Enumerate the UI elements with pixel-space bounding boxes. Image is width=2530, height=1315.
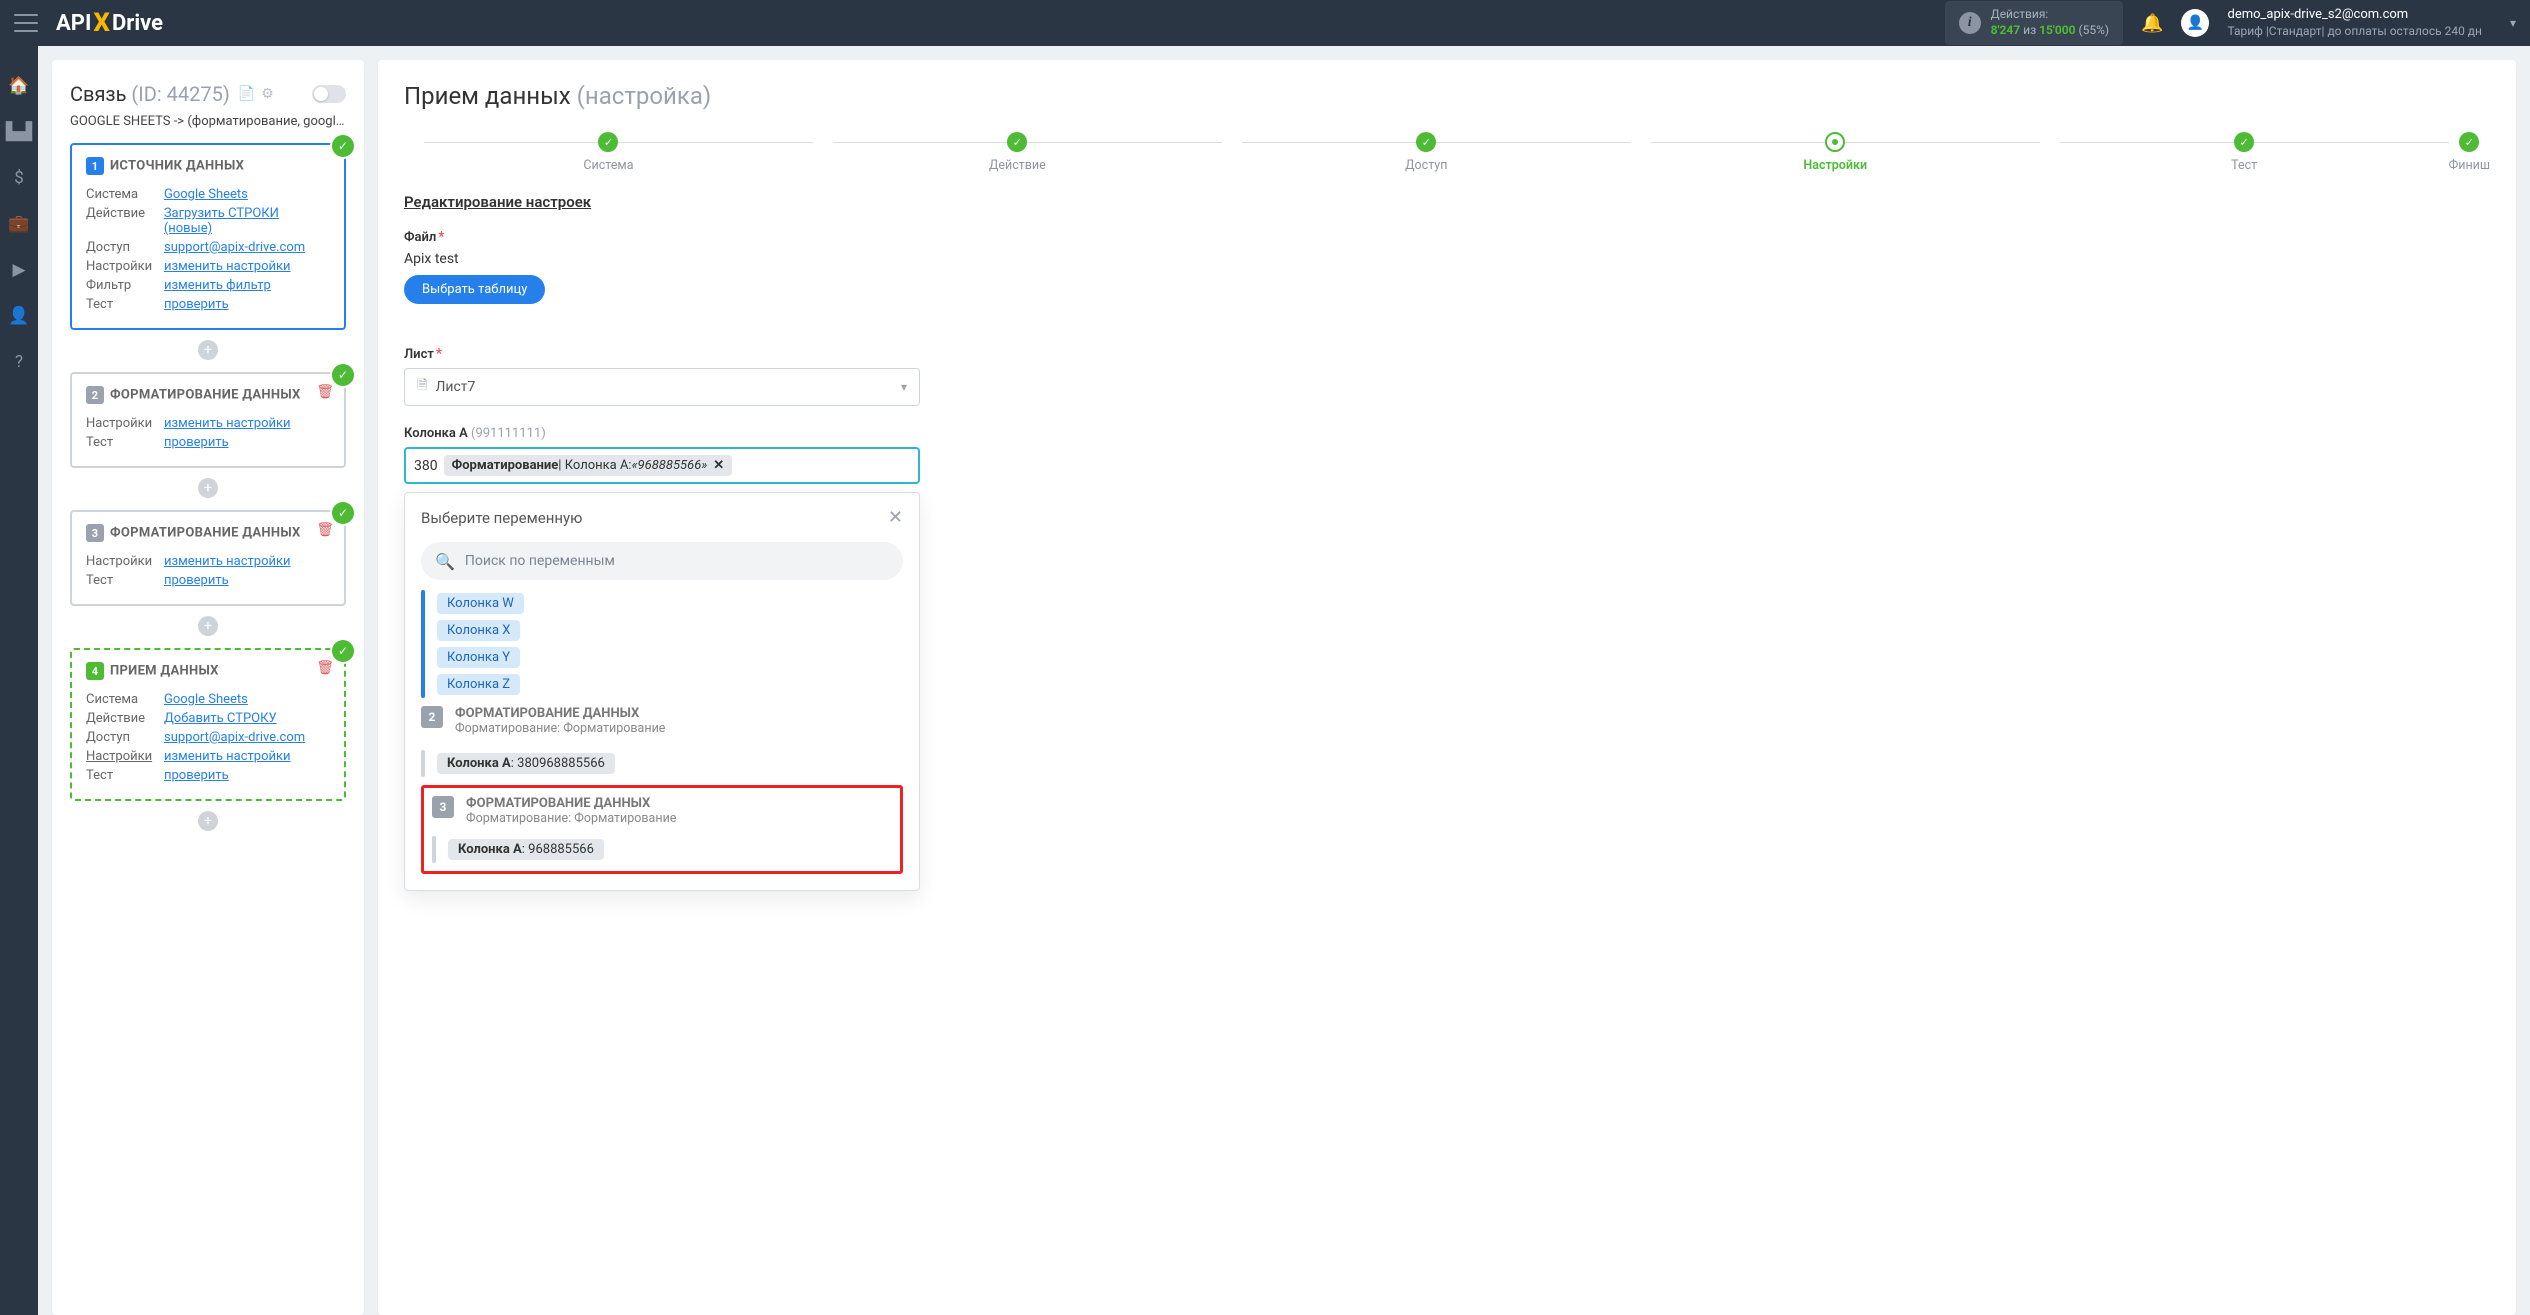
file-label: Файл: [404, 230, 436, 245]
check-icon: ✓: [332, 502, 354, 524]
avatar[interactable]: 👤: [2181, 9, 2209, 37]
chip[interactable]: Форматирование | Колонка A: «968885566»✕: [444, 455, 733, 476]
link[interactable]: Google Sheets: [164, 692, 248, 707]
nav-rail: 🏠 ▙▟ $ 💼 ▶ 👤 ?: [0, 46, 38, 1315]
add-button[interactable]: +: [198, 478, 218, 498]
check-icon: ✓: [332, 640, 354, 662]
youtube-icon[interactable]: ▶: [12, 260, 25, 280]
link[interactable]: Google Sheets: [164, 187, 248, 202]
sheet-label: Лист: [404, 347, 434, 362]
gear-icon[interactable]: ⚙: [261, 86, 274, 102]
toggle-switch[interactable]: [312, 85, 346, 103]
trash-icon[interactable]: 🗑: [316, 384, 334, 400]
choose-table-button[interactable]: Выбрать таблицу: [404, 275, 545, 304]
add-button[interactable]: +: [198, 811, 218, 831]
user-plan: Тариф |Стандарт| до оплаты осталось 240 …: [2227, 24, 2481, 40]
panel-subtitle: GOOGLE SHEETS -> (форматирование, google…: [70, 114, 346, 129]
briefcase-icon[interactable]: 💼: [8, 214, 29, 234]
bell-icon[interactable]: 🔔: [2141, 13, 2163, 34]
add-button[interactable]: +: [198, 340, 218, 360]
section-title: Редактирование настроек: [404, 193, 2490, 211]
actions-label: Действия:: [1991, 7, 2109, 23]
user-email: demo_apix-drive_s2@com.com: [2227, 7, 2481, 24]
link[interactable]: support@apix-drive.com: [164, 730, 305, 745]
link[interactable]: проверить: [164, 573, 229, 588]
chevron-down-icon: ▾: [901, 380, 907, 394]
main-content: Прием данных (настройка) ✓Система✓Действ…: [378, 60, 2516, 1315]
user-menu[interactable]: demo_apix-drive_s2@com.com Тариф |Станда…: [2227, 7, 2481, 39]
info-icon: i: [1959, 12, 1981, 34]
search-icon: 🔍: [435, 552, 455, 571]
step-Финиш[interactable]: ✓Финиш: [2449, 132, 2490, 173]
step-Тест[interactable]: ✓Тест: [2040, 132, 2449, 173]
user-icon[interactable]: 👤: [8, 306, 29, 326]
check-icon: ✓: [332, 135, 354, 157]
trash-icon[interactable]: 🗑: [316, 660, 334, 676]
chevron-down-icon[interactable]: ▾: [2510, 16, 2516, 30]
chip-remove-icon[interactable]: ✕: [713, 458, 724, 473]
file-icon: 🗎: [417, 376, 427, 398]
column-input[interactable]: 380 Форматирование | Колонка A: «9688855…: [404, 447, 920, 484]
dollar-icon[interactable]: $: [14, 168, 24, 188]
search-input[interactable]: 🔍Поиск по переменным: [421, 542, 903, 580]
link[interactable]: проверить: [164, 435, 229, 450]
col-label: Колонка A: [404, 426, 468, 441]
link[interactable]: Загрузить СТРОКИ (новые): [164, 206, 330, 236]
group-title: ФОРМАТИРОВАНИЕ ДАННЫХ: [466, 796, 892, 811]
step-Доступ[interactable]: ✓Доступ: [1222, 132, 1631, 173]
page-title: Прием данных (настройка): [404, 82, 2490, 110]
step-Система[interactable]: ✓Система: [404, 132, 813, 173]
close-icon[interactable]: ✕: [888, 507, 903, 528]
link[interactable]: изменить фильтр: [164, 278, 271, 293]
connection-panel: Связь (ID: 44275) 📄 ⚙ GOOGLE SHEETS -> (…: [52, 60, 364, 1315]
link[interactable]: Добавить СТРОКУ: [164, 711, 277, 726]
variable-tag[interactable]: Колонка X: [437, 620, 520, 641]
step-Действие[interactable]: ✓Действие: [813, 132, 1222, 173]
card-source: ✓ 1ИСТОЧНИК ДАННЫХ СистемаGoogle SheetsД…: [70, 143, 346, 330]
variable-tag[interactable]: Колонка W: [437, 593, 524, 614]
link[interactable]: изменить настройки: [164, 416, 291, 431]
menu-icon[interactable]: [14, 14, 38, 32]
help-icon[interactable]: ?: [15, 352, 23, 372]
variable-tag[interactable]: Колонка Y: [437, 647, 520, 668]
popup-title: Выберите переменную: [421, 509, 582, 527]
link[interactable]: проверить: [164, 297, 229, 312]
stepper: ✓Система✓Действие✓ДоступНастройки✓Тест✓Ф…: [404, 132, 2490, 173]
link[interactable]: изменить настройки: [164, 554, 291, 569]
link[interactable]: проверить: [164, 768, 229, 783]
home-icon[interactable]: 🏠: [8, 76, 29, 96]
copy-icon[interactable]: 📄: [238, 86, 255, 102]
link[interactable]: support@apix-drive.com: [164, 240, 305, 255]
card-format-3: ✓ 🗑 3ФОРМАТИРОВАНИЕ ДАННЫХ Настройкиизме…: [70, 510, 346, 606]
file-value: Apix test: [404, 251, 2490, 267]
variable-popup: Выберите переменную ✕ 🔍Поиск по переменны…: [404, 492, 920, 891]
sheet-select[interactable]: 🗎 Лист7 ▾: [404, 368, 920, 406]
variable-tag[interactable]: Колонка A: 380968885566: [437, 753, 615, 774]
highlighted-group: 3 ФОРМАТИРОВАНИЕ ДАННЫХ Форматирование: …: [421, 785, 903, 874]
variable-tag[interactable]: Колонка Z: [437, 674, 520, 695]
variable-tag[interactable]: Колонка A: 968885566: [448, 839, 604, 860]
trash-icon[interactable]: 🗑: [316, 522, 334, 538]
logo[interactable]: APIXDrive: [56, 8, 163, 38]
add-button[interactable]: +: [198, 616, 218, 636]
actions-pill[interactable]: i Действия: 8'247 из 15'000 (55%): [1945, 1, 2123, 44]
check-icon: ✓: [332, 364, 354, 386]
card-destination: ✓ 🗑 4ПРИЕМ ДАННЫХ СистемаGoogle SheetsДе…: [70, 648, 346, 801]
org-icon[interactable]: ▙▟: [6, 122, 32, 142]
step-Настройки[interactable]: Настройки: [1631, 132, 2040, 173]
link[interactable]: изменить настройки: [164, 259, 291, 274]
group-title: ФОРМАТИРОВАНИЕ ДАННЫХ: [455, 706, 903, 721]
card-format-2: ✓ 🗑 2ФОРМАТИРОВАНИЕ ДАННЫХ Настройкиизме…: [70, 372, 346, 468]
link[interactable]: изменить настройки: [164, 749, 291, 764]
